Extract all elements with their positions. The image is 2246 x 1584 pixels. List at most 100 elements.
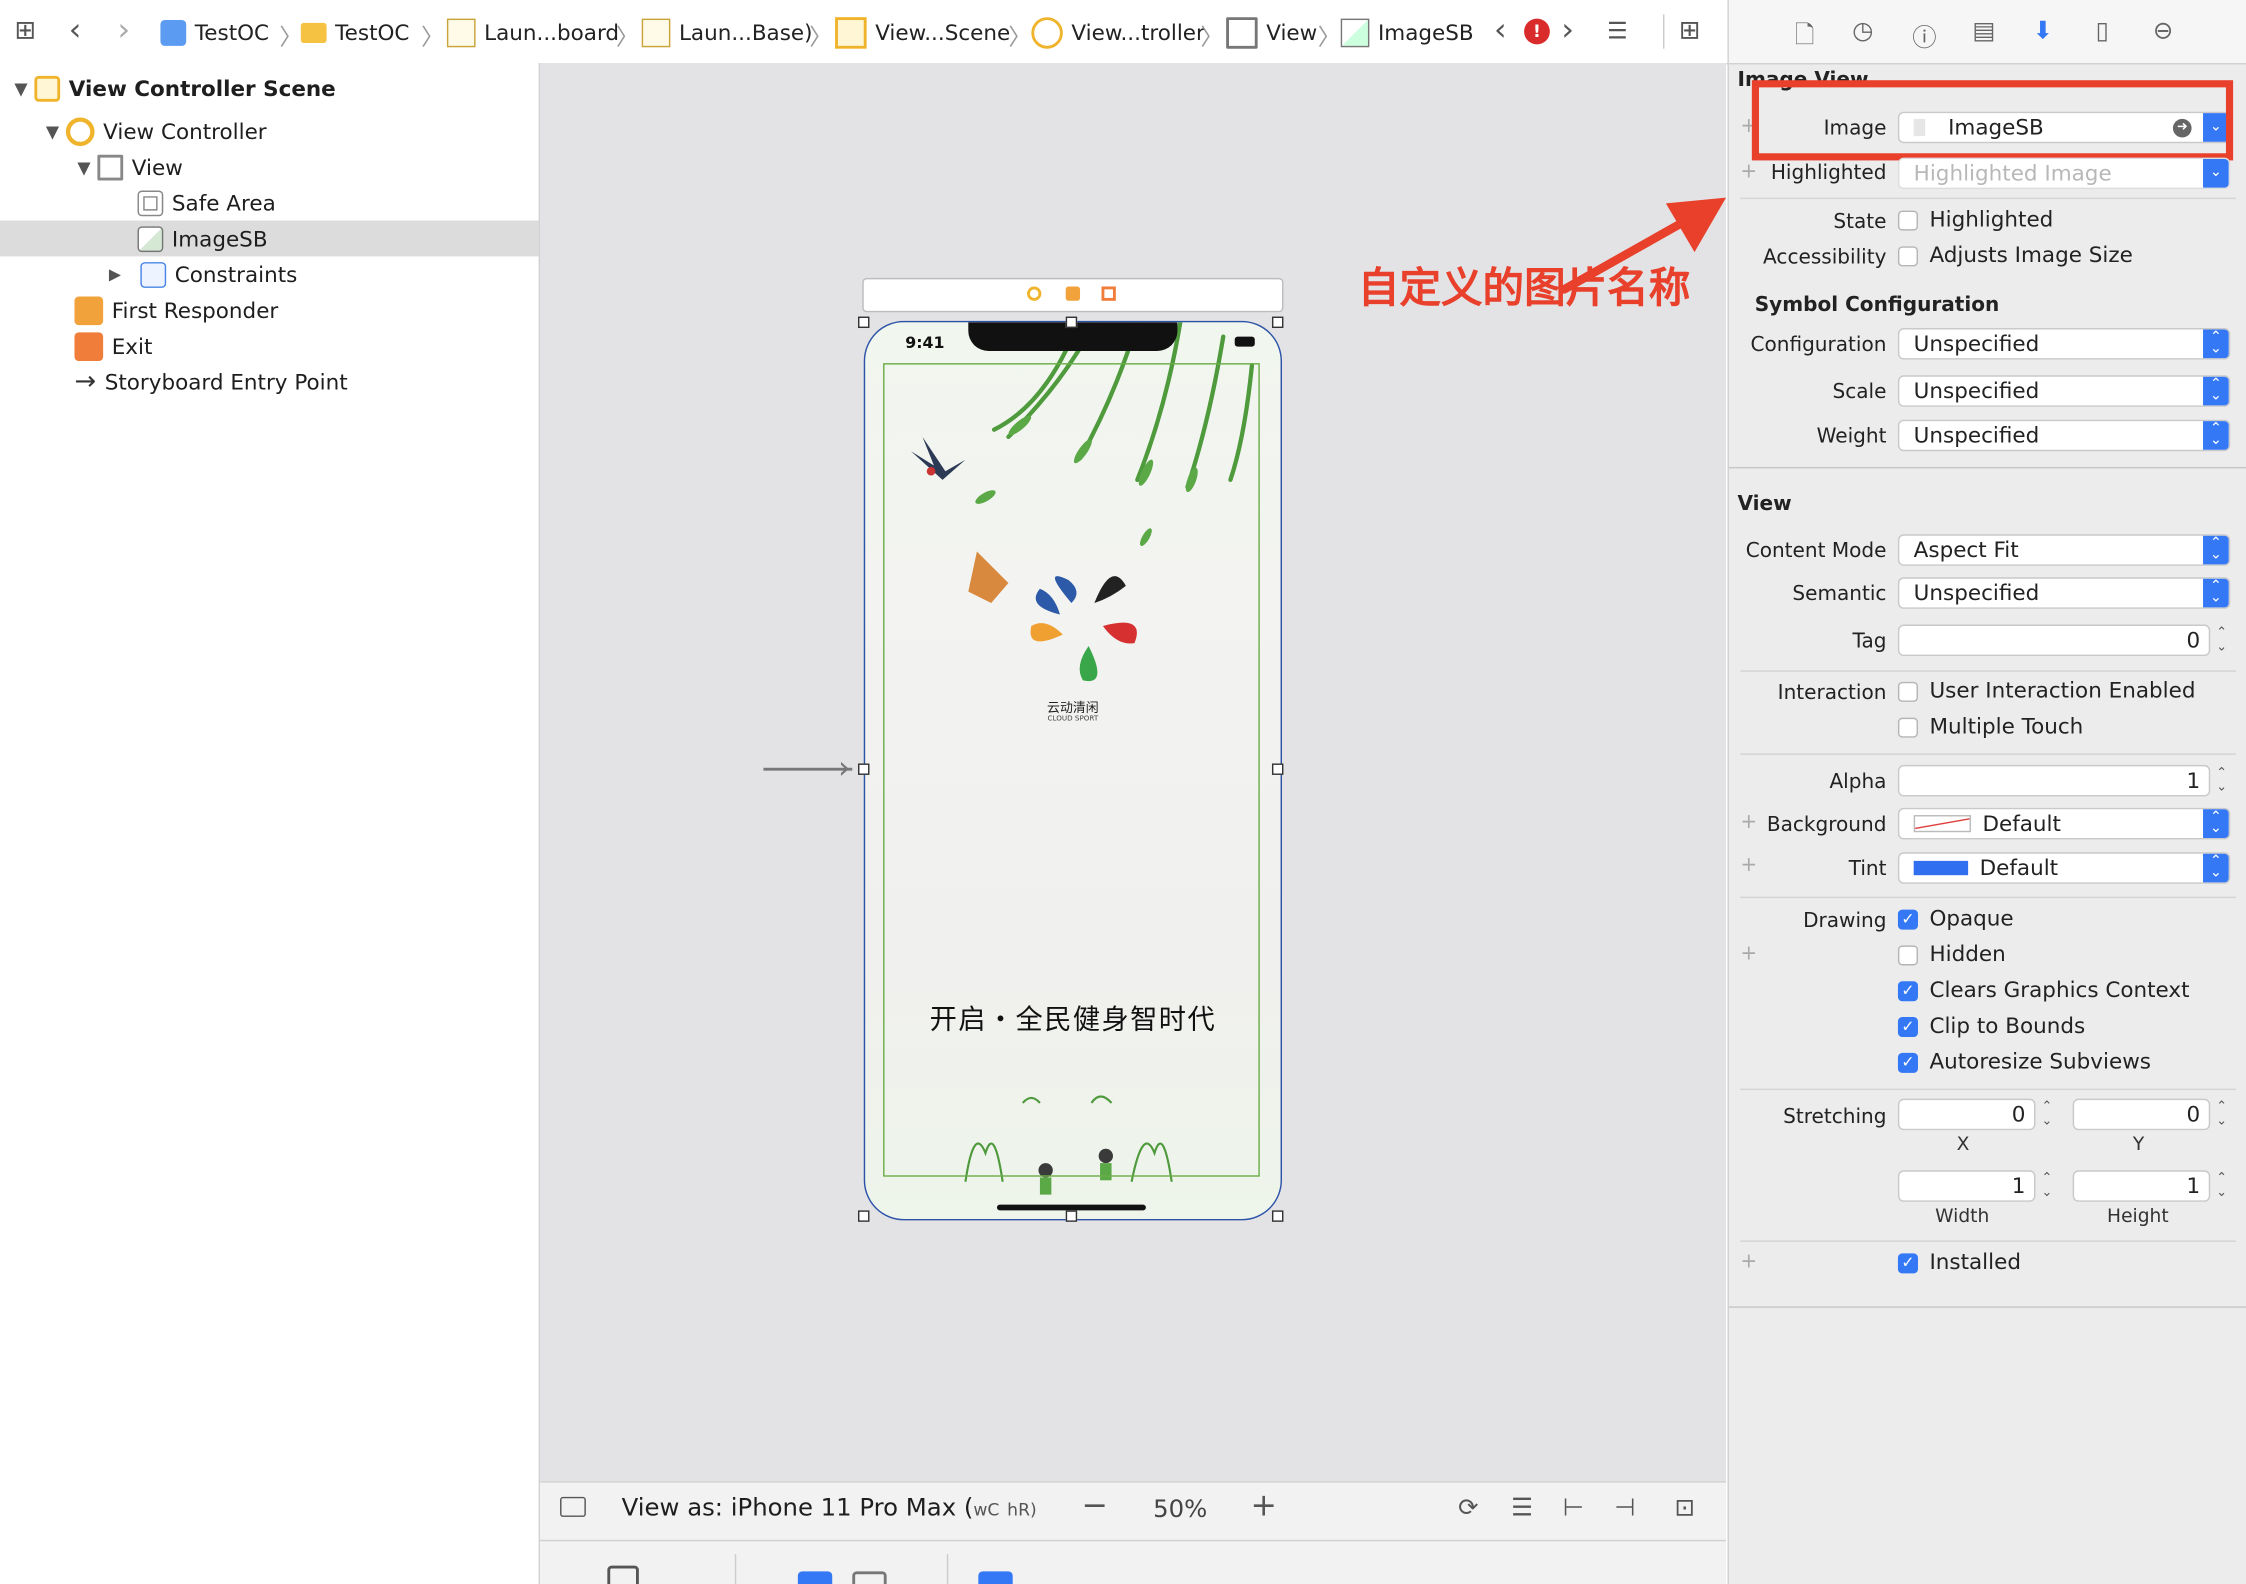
multiple-touch-checkbox[interactable]: [1897, 717, 1918, 738]
sidebar-toggle-icon[interactable]: [560, 1496, 586, 1517]
stretching-width-field[interactable]: 1: [1897, 1170, 2036, 1202]
outline-item-imagesb[interactable]: ImageSB: [0, 220, 539, 257]
resize-handle[interactable]: [1271, 763, 1284, 775]
error-icon[interactable]: !: [1524, 18, 1550, 45]
outline-item-scene[interactable]: ▼ View Controller Scene: [14, 70, 336, 106]
breadcrumb-scene[interactable]: View...Scene: [835, 17, 1010, 49]
outline-item-constraints[interactable]: ▶ Constraints: [109, 256, 297, 292]
resize-handle[interactable]: [1065, 316, 1078, 329]
alpha-stepper[interactable]: ⌃ ⌄: [2213, 765, 2230, 797]
disclosure-open-icon[interactable]: ▼: [14, 78, 34, 98]
chevron-updown-icon[interactable]: ⌃ ⌄: [2203, 376, 2229, 406]
stretching-x-stepper[interactable]: ⌃ ⌄: [2038, 1099, 2055, 1131]
editor-options-icon[interactable]: ☰: [1607, 14, 1628, 48]
breadcrumb-storyboard[interactable]: Laun...board: [446, 17, 619, 49]
tint-color-popup[interactable]: Default ⌃ ⌄: [1897, 852, 2231, 884]
outline-item-entry-point[interactable]: → Storyboard Entry Point: [74, 364, 347, 400]
chevron-updown-icon[interactable]: ⌃ ⌄: [2203, 421, 2229, 450]
highlighted-checkbox[interactable]: [1897, 210, 1918, 231]
device-portrait-icon[interactable]: [797, 1571, 833, 1584]
scene-dock[interactable]: [862, 277, 1284, 313]
file-inspector-icon[interactable]: 🗋: [1795, 17, 1815, 59]
stretching-y-field[interactable]: 0: [2072, 1098, 2211, 1131]
chevron-updown-icon[interactable]: ⌃ ⌄: [2203, 853, 2229, 883]
breadcrumb-project[interactable]: TestOC: [160, 17, 269, 49]
stretching-height-stepper[interactable]: ⌃ ⌄: [2213, 1170, 2230, 1202]
previous-issue-icon[interactable]: ‹: [1494, 14, 1507, 48]
clears-graphics-context-checkbox[interactable]: ✓: [1897, 981, 1918, 1002]
history-icon[interactable]: ◷: [1852, 17, 1873, 46]
identity-inspector-icon[interactable]: ▤: [1972, 17, 1995, 46]
stretching-y-stepper[interactable]: ⌃ ⌄: [2213, 1099, 2230, 1131]
alpha-field[interactable]: 1: [1897, 764, 2211, 797]
resize-handle[interactable]: [1065, 1210, 1078, 1222]
tag-stepper[interactable]: ⌃ ⌄: [2213, 625, 2230, 657]
exit-icon[interactable]: [1101, 286, 1116, 301]
outline-item-safe-area[interactable]: Safe Area: [137, 185, 276, 221]
connections-inspector-icon[interactable]: ⊖: [2153, 17, 2173, 46]
forward-arrow-icon[interactable]: ›: [117, 14, 130, 48]
breadcrumb-folder[interactable]: TestOC: [300, 17, 409, 49]
chevron-updown-icon[interactable]: ⌃ ⌄: [2203, 329, 2229, 359]
resize-handle[interactable]: [1271, 1210, 1284, 1222]
chevron-updown-icon[interactable]: ⌃ ⌄: [2203, 809, 2229, 838]
content-mode-popup[interactable]: Aspect Fit ⌃ ⌄: [1897, 534, 2231, 566]
resize-handle[interactable]: [858, 763, 870, 775]
hidden-checkbox[interactable]: [1897, 945, 1918, 966]
add-variation-icon[interactable]: +: [1740, 943, 1757, 966]
device-landscape-icon[interactable]: [852, 1571, 887, 1584]
add-constraints-icon[interactable]: ⊢: [1563, 1494, 1584, 1523]
chevron-updown-icon[interactable]: ⌃ ⌄: [2203, 535, 2229, 565]
resize-handle[interactable]: [858, 1210, 870, 1222]
weight-popup[interactable]: Unspecified ⌃ ⌄: [1897, 419, 2231, 452]
autoresize-subviews-checkbox[interactable]: ✓: [1897, 1052, 1918, 1073]
zoom-in-icon[interactable]: +: [1250, 1488, 1276, 1524]
add-variation-icon[interactable]: +: [1740, 160, 1757, 183]
outline-item-first-responder[interactable]: First Responder: [74, 292, 278, 328]
update-frames-icon[interactable]: ⟳: [1458, 1494, 1478, 1523]
related-items-icon[interactable]: ⊞: [14, 14, 36, 48]
iphone-device[interactable]: 9:41 云动清闲 CLOUD SPORT 开启・全民健身智时代: [863, 320, 1282, 1221]
attributes-inspector-icon[interactable]: ⬇: [2033, 17, 2053, 46]
storyboard-canvas[interactable]: › 9:41 云动清闲 CLOUD SPORT 开启・全民健身智时代 自定义的图…: [540, 63, 1727, 1482]
add-editor-icon[interactable]: ⊞: [1679, 14, 1701, 48]
zoom-level[interactable]: 50%: [1153, 1495, 1207, 1524]
embed-icon[interactable]: ⊡: [1674, 1494, 1694, 1523]
view-as-label[interactable]: View as: iPhone 11 Pro Max (wC hR): [622, 1494, 1037, 1523]
help-icon[interactable]: ⓘ: [1912, 17, 1936, 53]
disclosure-open-icon[interactable]: ▼: [46, 121, 66, 141]
breadcrumb-imagesb[interactable]: ImageSB: [1340, 17, 1474, 49]
chevron-down-icon[interactable]: ⌄: [2203, 158, 2229, 188]
add-variation-icon[interactable]: +: [1740, 854, 1757, 877]
stretching-height-field[interactable]: 1: [2072, 1170, 2211, 1202]
opaque-checkbox[interactable]: ✓: [1897, 909, 1918, 930]
view-controller-icon[interactable]: [1027, 286, 1042, 301]
disclosure-open-icon[interactable]: ▼: [77, 157, 97, 177]
resize-handle[interactable]: [858, 316, 870, 329]
zoom-out-icon[interactable]: −: [1081, 1488, 1107, 1524]
resolve-issues-icon[interactable]: ⊣: [1614, 1494, 1635, 1523]
size-inspector-icon[interactable]: ▯: [2096, 17, 2109, 46]
disclosure-closed-icon[interactable]: ▶: [109, 265, 129, 284]
breadcrumb-base[interactable]: Laun...Base): [641, 17, 813, 49]
adjusts-image-size-checkbox[interactable]: [1897, 246, 1918, 267]
breadcrumb-controller[interactable]: View...troller: [1031, 17, 1205, 49]
outline-item-view[interactable]: ▼ View: [77, 149, 183, 185]
user-interaction-checkbox[interactable]: [1897, 681, 1918, 702]
resize-handle[interactable]: [1271, 316, 1284, 329]
next-issue-icon[interactable]: ›: [1561, 14, 1574, 48]
highlighted-image-combo-box[interactable]: Highlighted Image ⌄: [1897, 157, 2231, 190]
background-color-popup[interactable]: Default ⌃ ⌄: [1897, 807, 2231, 840]
breadcrumb-view[interactable]: View: [1226, 17, 1317, 49]
stretching-x-field[interactable]: 0: [1897, 1098, 2036, 1131]
add-variation-icon[interactable]: +: [1740, 1250, 1757, 1273]
clip-to-bounds-checkbox[interactable]: ✓: [1897, 1017, 1918, 1038]
outline-item-exit[interactable]: Exit: [74, 328, 152, 364]
chevron-updown-icon[interactable]: ⌃ ⌄: [2203, 578, 2229, 608]
add-variation-icon[interactable]: +: [1740, 811, 1757, 834]
semantic-popup[interactable]: Unspecified ⌃ ⌄: [1897, 577, 2231, 609]
first-responder-icon[interactable]: [1065, 286, 1081, 301]
stretching-width-stepper[interactable]: ⌃ ⌄: [2038, 1170, 2055, 1202]
back-arrow-icon[interactable]: ‹: [69, 14, 82, 48]
installed-checkbox[interactable]: ✓: [1897, 1253, 1918, 1274]
